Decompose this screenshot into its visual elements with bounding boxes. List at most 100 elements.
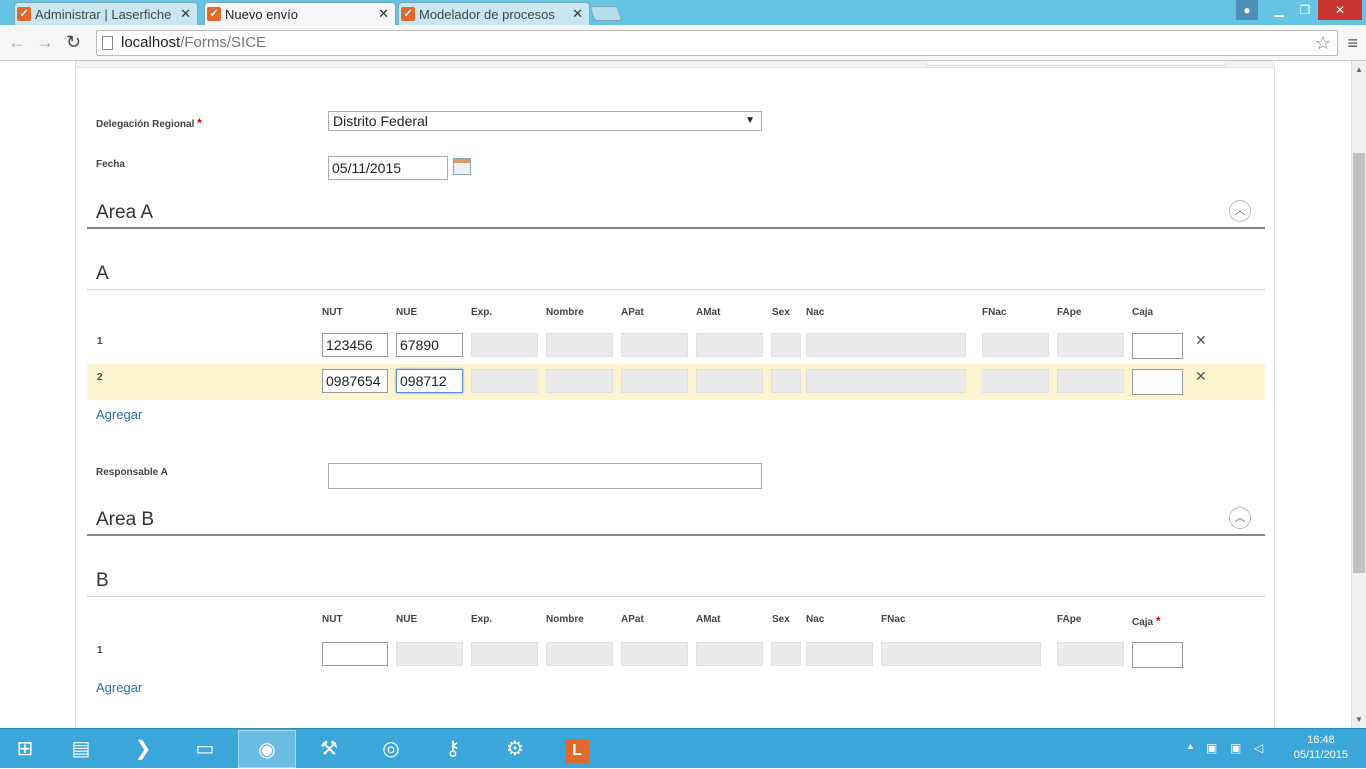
tray-icon-1[interactable]: ▣ xyxy=(1206,741,1217,755)
nombre-field xyxy=(546,333,613,357)
apat-field xyxy=(621,369,688,393)
scroll-down-icon[interactable]: ▼ xyxy=(1355,715,1363,724)
col-nac: Nac xyxy=(806,307,825,318)
amat-field xyxy=(696,333,763,357)
nut-input[interactable] xyxy=(322,642,388,666)
responsable-a-label: Responsable A xyxy=(96,467,168,478)
row-number: 1 xyxy=(97,645,103,656)
exp-field xyxy=(471,369,538,393)
collapse-area-a-icon[interactable]: ︿ xyxy=(1229,200,1251,222)
forward-icon[interactable]: → xyxy=(36,32,54,53)
server-manager-icon[interactable]: ▤ xyxy=(52,730,110,768)
amat-field xyxy=(696,369,763,393)
delete-row-icon[interactable]: ✕ xyxy=(1195,368,1207,385)
col-nombre: Nombre xyxy=(546,614,584,625)
windows-start-icon[interactable]: ⊞ xyxy=(0,730,50,768)
top-fragment xyxy=(926,61,1226,66)
amat-field xyxy=(696,642,763,666)
exp-field xyxy=(471,642,538,666)
form-container: Delegación Regional * Distrito Federal ▼… xyxy=(75,61,1275,728)
fecha-label: Fecha xyxy=(96,159,125,170)
col-nue: NUE xyxy=(396,307,418,318)
laserfiche-check-icon: ✓ xyxy=(17,7,31,21)
fnac-field xyxy=(982,333,1049,357)
address-bar[interactable]: localhost/Forms/SICE ☆ xyxy=(96,30,1338,56)
laserfiche-check-icon: ✓ xyxy=(401,7,415,21)
nac-field xyxy=(806,333,966,357)
tab-strip: ✓ Administrar | Laserfiche Fo ✕ ✓ Nuevo … xyxy=(0,0,1366,25)
agregar-area-b-link[interactable]: Agregar xyxy=(96,680,142,695)
chrome-icon[interactable]: ◉ xyxy=(238,730,296,768)
delegacion-label-text: Delegación Regional xyxy=(96,119,195,130)
clock-date: 05/11/2015 xyxy=(1293,749,1348,761)
fnac-field xyxy=(982,369,1049,393)
minimize-button[interactable]: ▁ xyxy=(1266,0,1292,20)
fnac-field xyxy=(881,642,1041,666)
powershell-icon[interactable]: ❯ xyxy=(114,730,172,768)
col-fape: FApe xyxy=(1057,614,1082,625)
sex-field xyxy=(771,369,801,393)
delegacion-label: Delegación Regional * xyxy=(96,116,202,130)
col-caja-text: Caja xyxy=(1132,617,1154,628)
tray-icon-2[interactable]: ▣ xyxy=(1230,741,1241,755)
page-viewport: Delegación Regional * Distrito Federal ▼… xyxy=(0,61,1351,728)
scroll-up-icon[interactable]: ▲ xyxy=(1355,65,1363,74)
chrome-menu-icon[interactable]: ≡ xyxy=(1347,33,1358,54)
col-caja: Caja xyxy=(1132,307,1154,318)
settings-app-icon[interactable]: ⚙ xyxy=(486,730,544,768)
nue-input[interactable]: 67890 xyxy=(396,333,463,357)
reload-icon[interactable]: ↻ xyxy=(66,32,81,53)
close-tab-icon[interactable]: ✕ xyxy=(180,6,191,22)
back-icon[interactable]: ← xyxy=(8,32,26,53)
thunderbird-icon[interactable]: ◎ xyxy=(362,730,420,768)
tab-administrar[interactable]: ✓ Administrar | Laserfiche Fo ✕ xyxy=(14,2,198,25)
agregar-area-a-link[interactable]: Agregar xyxy=(96,407,142,422)
tools-icon[interactable]: ⚒ xyxy=(300,730,358,768)
area-b-title: Area B xyxy=(96,509,155,530)
nut-input[interactable]: 123456 xyxy=(322,333,388,357)
user-icon[interactable]: ● xyxy=(1236,0,1258,20)
col-nut: NUT xyxy=(322,614,343,625)
bookmark-star-icon[interactable]: ☆ xyxy=(1315,31,1331,55)
close-tab-icon[interactable]: ✕ xyxy=(378,6,389,22)
vertical-scrollbar[interactable]: ▲ ▼ xyxy=(1351,61,1366,728)
col-nue: NUE xyxy=(396,614,418,625)
system-clock[interactable]: 16:48 05/11/2015 xyxy=(1294,733,1348,763)
col-amat: AMat xyxy=(696,614,721,625)
scroll-thumb[interactable] xyxy=(1353,153,1365,573)
caja-input[interactable] xyxy=(1132,333,1183,359)
area-a-rule xyxy=(87,227,1265,229)
delete-row-icon[interactable]: ✕ xyxy=(1195,332,1207,349)
fecha-input[interactable]: 05/11/2015 xyxy=(328,156,448,180)
tab-modelador[interactable]: ✓ Modelador de procesos | L ✕ xyxy=(398,2,590,25)
nue-input[interactable]: 098712 xyxy=(396,369,463,393)
close-window-button[interactable]: ✕ xyxy=(1318,0,1362,20)
keys-icon[interactable]: ⚷ xyxy=(424,730,482,768)
caja-input[interactable] xyxy=(1132,369,1183,395)
laserfiche-check-icon: ✓ xyxy=(207,7,221,21)
nut-input[interactable]: 0987654 xyxy=(322,369,388,393)
collapse-area-b-icon[interactable]: ︿ xyxy=(1229,507,1251,529)
col-nombre: Nombre xyxy=(546,307,584,318)
laserfiche-icon[interactable]: L xyxy=(548,730,606,768)
new-tab-button[interactable] xyxy=(589,6,623,21)
fape-field xyxy=(1057,642,1124,666)
tab-label: Nuevo envío xyxy=(225,6,298,22)
tab-nuevo-envio[interactable]: ✓ Nuevo envío ✕ xyxy=(204,2,396,25)
col-amat: AMat xyxy=(696,307,721,318)
area-a-dotted-rule xyxy=(87,289,1265,290)
tray-expand-icon[interactable]: ▲ xyxy=(1186,741,1195,751)
calendar-icon[interactable] xyxy=(453,158,471,175)
col-exp: Exp. xyxy=(471,614,493,625)
nombre-field xyxy=(546,642,613,666)
browser-toolbar: ← → ↻ localhost/Forms/SICE ☆ ≡ xyxy=(0,25,1366,61)
file-explorer-icon[interactable]: ▭ xyxy=(176,730,234,768)
delegacion-select[interactable]: Distrito Federal ▼ xyxy=(328,111,762,131)
caja-input[interactable] xyxy=(1132,642,1183,668)
clock-time: 16:48 xyxy=(1307,734,1335,746)
close-tab-icon[interactable]: ✕ xyxy=(572,6,583,22)
delegacion-value: Distrito Federal xyxy=(333,113,428,129)
responsable-a-input[interactable] xyxy=(328,463,762,489)
restore-button[interactable]: ❐ xyxy=(1292,0,1318,20)
volume-muted-icon[interactable]: ◁ xyxy=(1254,741,1263,755)
